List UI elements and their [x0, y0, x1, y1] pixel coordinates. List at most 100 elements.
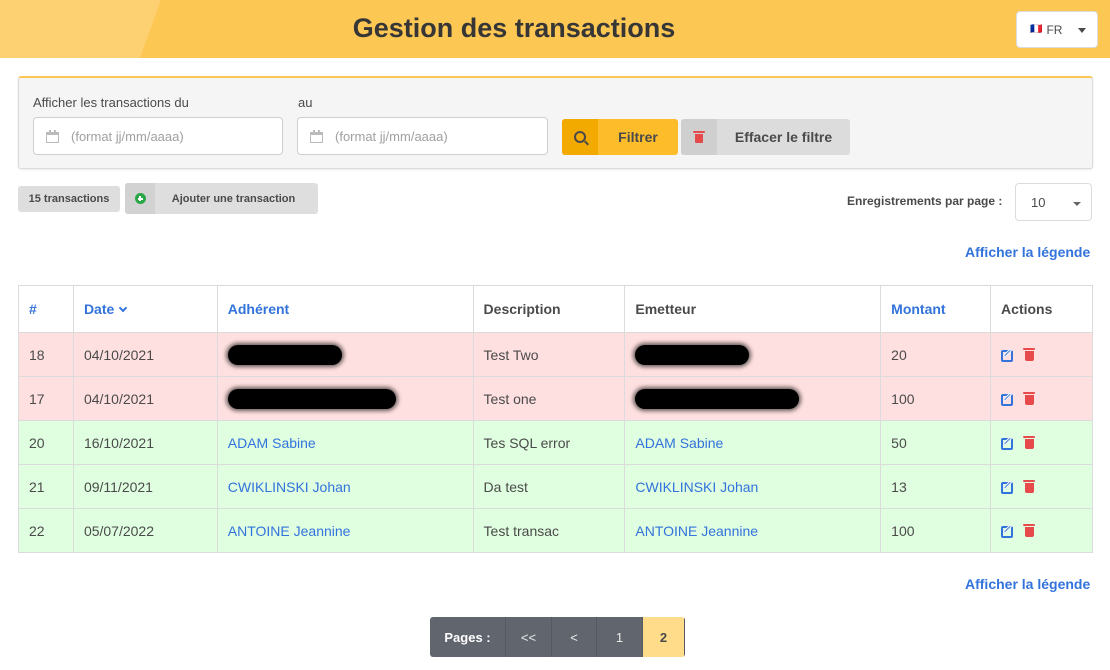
clear-filter-button[interactable]: Effacer le filtre: [681, 119, 850, 155]
edit-icon[interactable]: [1001, 435, 1015, 450]
language-code: FR: [1046, 22, 1063, 37]
plus-circle-icon: [134, 193, 146, 204]
cell-id: 20: [18, 420, 74, 465]
cell-amount: 100: [880, 376, 992, 421]
cell-issuer: ANTOINE Jeannine: [624, 508, 882, 553]
cell-member: [216, 332, 474, 377]
cell-member: CWIKLINSKI Johan: [216, 464, 474, 509]
filter-button[interactable]: Filtrer: [562, 119, 678, 155]
cell-description: Tes SQL error: [472, 420, 626, 465]
column-header-description: Description: [472, 285, 626, 333]
to-date-input[interactable]: (format jj/mm/aaaa): [297, 117, 548, 155]
prev-page-button[interactable]: <: [552, 617, 597, 657]
cell-actions: [990, 332, 1093, 377]
delete-icon[interactable]: [1023, 391, 1036, 406]
delete-icon[interactable]: [1023, 479, 1036, 494]
edit-icon[interactable]: [1001, 391, 1015, 406]
chevron-down-icon: [1078, 28, 1086, 33]
column-header-member[interactable]: Adhérent: [216, 285, 474, 333]
cell-issuer: CWIKLINSKI Johan: [624, 464, 882, 509]
page-2-button[interactable]: 2: [643, 617, 685, 657]
cell-actions: [990, 420, 1093, 465]
add-transaction-label: Ajouter une transaction: [171, 192, 296, 205]
transaction-count-badge: 15 transactions: [18, 186, 120, 212]
column-header-amount[interactable]: Montant: [880, 285, 992, 333]
cell-description: Test transac: [472, 508, 626, 553]
pagination: Pages : << < 1 2: [430, 617, 685, 657]
first-page-button[interactable]: <<: [506, 617, 552, 657]
cell-date: 09/11/2021: [72, 464, 218, 509]
pagination-label: Pages :: [430, 617, 506, 657]
cell-member: ANTOINE Jeannine: [216, 508, 474, 553]
cell-date: 05/07/2022: [72, 508, 218, 553]
page-1-button[interactable]: 1: [597, 617, 643, 657]
cell-id: 17: [18, 376, 74, 421]
issuer-link[interactable]: CWIKLINSKI Johan: [635, 479, 758, 495]
from-date-input[interactable]: (format jj/mm/aaaa): [33, 117, 283, 155]
cell-description: Test Two: [472, 332, 626, 377]
cell-member: ADAM Sabine: [216, 420, 474, 465]
table-row: 22 05/07/2022 ANTOINE Jeannine Test tran…: [18, 508, 1093, 553]
per-page-label: Enregistrements par page :: [847, 194, 1003, 208]
member-link[interactable]: ADAM Sabine: [228, 435, 316, 451]
delete-icon[interactable]: [1023, 523, 1036, 538]
redacted-issuer: [635, 388, 800, 409]
column-header-actions: Actions: [990, 285, 1093, 333]
member-link[interactable]: ANTOINE Jeannine: [228, 523, 351, 539]
cell-description: Test one: [472, 376, 626, 421]
member-link[interactable]: CWIKLINSKI Johan: [228, 479, 351, 495]
cell-date: 16/10/2021: [72, 420, 218, 465]
issuer-link[interactable]: ADAM Sabine: [635, 435, 723, 451]
filter-button-label: Filtrer: [618, 129, 658, 145]
clear-filter-label: Effacer le filtre: [734, 129, 833, 145]
cell-date: 04/10/2021: [72, 332, 218, 377]
from-date-placeholder: (format jj/mm/aaaa): [71, 128, 184, 144]
cell-member: [216, 376, 474, 421]
transactions-table: # Date Adhérent Description Emetteur Mon…: [18, 285, 1093, 553]
column-header-issuer: Emetteur: [624, 285, 882, 333]
table-row: 18 04/10/2021 Test Two 20: [18, 332, 1093, 377]
per-page-select[interactable]: 10: [1015, 183, 1092, 221]
table-row: 21 09/11/2021 CWIKLINSKI Johan Da test C…: [18, 464, 1093, 509]
delete-icon[interactable]: [1023, 347, 1036, 362]
edit-icon[interactable]: [1001, 479, 1015, 494]
issuer-link[interactable]: ANTOINE Jeannine: [635, 523, 758, 539]
table-row: 20 16/10/2021 ADAM Sabine Tes SQL error …: [18, 420, 1093, 465]
cell-amount: 13: [880, 464, 992, 509]
page-header: Gestion des transactions 🇫🇷 FR: [0, 0, 1110, 58]
column-header-date[interactable]: Date: [72, 285, 218, 333]
table-row: 17 04/10/2021 Test one 100: [18, 376, 1093, 421]
cell-id: 22: [18, 508, 74, 553]
delete-icon[interactable]: [1023, 435, 1036, 450]
to-date-label: au: [298, 95, 313, 110]
redacted-issuer: [635, 344, 750, 365]
cell-id: 21: [18, 464, 74, 509]
sort-down-icon: [119, 303, 128, 313]
cell-actions: [990, 376, 1093, 421]
cell-actions: [990, 508, 1093, 553]
filter-panel: Afficher les transactions du au (format …: [18, 76, 1093, 169]
cell-amount: 50: [880, 420, 992, 465]
calendar-icon: [46, 129, 59, 143]
edit-icon[interactable]: [1001, 347, 1015, 362]
column-header-id[interactable]: #: [18, 285, 74, 333]
to-date-placeholder: (format jj/mm/aaaa): [335, 128, 448, 144]
cell-amount: 100: [880, 508, 992, 553]
cell-id: 18: [18, 332, 74, 377]
calendar-icon: [310, 129, 323, 143]
cell-amount: 20: [880, 332, 992, 377]
cell-actions: [990, 464, 1093, 509]
show-legend-link-bottom[interactable]: Afficher la légende: [965, 576, 1090, 592]
cell-issuer: [624, 332, 882, 377]
flag-icon: 🇫🇷: [1030, 24, 1043, 35]
per-page-value: 10: [1031, 194, 1046, 210]
search-icon: [574, 131, 586, 143]
edit-icon[interactable]: [1001, 523, 1015, 538]
add-transaction-button[interactable]: Ajouter une transaction: [125, 183, 318, 214]
cell-description: Da test: [472, 464, 626, 509]
show-legend-link-top[interactable]: Afficher la légende: [965, 244, 1090, 260]
cell-issuer: ADAM Sabine: [624, 420, 882, 465]
language-select[interactable]: 🇫🇷 FR: [1016, 11, 1098, 48]
chevron-down-icon: [1073, 202, 1081, 206]
from-date-label: Afficher les transactions du: [33, 95, 189, 110]
